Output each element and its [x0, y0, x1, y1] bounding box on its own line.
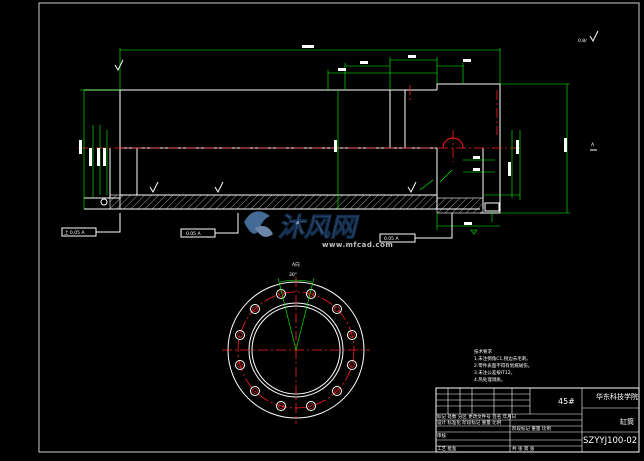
- datum-leader-3: [415, 213, 453, 239]
- bolt-hole-center: [334, 306, 340, 312]
- roughness-symbol: [589, 30, 599, 43]
- dim-text-mark: [564, 138, 567, 152]
- dim-text-mark: [103, 148, 106, 166]
- datum-leader-2: [215, 213, 239, 234]
- circle-view-label: A向: [292, 261, 300, 268]
- wall-hatch-bottom: [119, 194, 438, 210]
- wall-hatch-left: [109, 194, 121, 210]
- watermark: 沐风网 www.mfcad.com: [244, 211, 393, 249]
- title-block-row-text: 标记 处数 分区 更改文件号 签名 年月日: [437, 413, 516, 420]
- dim-leader-2: [419, 179, 434, 191]
- roughness-symbol: [214, 181, 224, 194]
- school-name: 华东科技学院: [596, 392, 638, 401]
- title-block-row-text: 设计 标准化 阶段标记 重量 比例: [437, 419, 502, 426]
- bolt-hole: [235, 330, 245, 340]
- roughness-note: 0.8/: [578, 38, 587, 44]
- datum-marker: [484, 202, 500, 212]
- section-label: A: [591, 142, 595, 148]
- angle-dimension-text: 30°: [289, 272, 297, 278]
- roughness-symbol: [407, 181, 417, 194]
- flange-outline: [436, 83, 501, 214]
- title-block-row-text: 审核: [437, 432, 446, 439]
- datum-label-1: 上 0.05 A: [64, 229, 85, 236]
- datum-leader-1: [96, 213, 121, 233]
- dim-leader-1: [439, 169, 453, 183]
- datum-marker-triangle: [470, 229, 478, 235]
- drawing-svg: A 0.8/ 上 0.05 A 0.05 A 0.05 A 沐风网 www.mf…: [38, 2, 640, 453]
- dim-text-mark: [334, 140, 337, 152]
- tech-note-line: 1.未注倒角C1,锐边去毛刺。: [474, 355, 531, 362]
- bolt-hole-center: [237, 332, 243, 338]
- dim-text-mark: [473, 156, 480, 159]
- technical-requirements: 技术要求 1.未注倒角C1,锐边去毛刺。 2.零件表面不得有划痕碰伤。 3.未注…: [474, 348, 532, 383]
- dim-text-mark: [79, 140, 82, 154]
- cylinder-outline: [84, 89, 121, 199]
- title-block: 45# 华东科技学院 缸筒 SZYYJ100-02 标记 处数 分区 更改文件号…: [435, 387, 640, 453]
- watermark-logo-leaf: [255, 226, 273, 237]
- section-view: A 0.8/ 上 0.05 A 0.05 A 0.05 A: [61, 30, 599, 243]
- roughness-symbol: [114, 59, 124, 72]
- bolt-hole-center: [278, 291, 284, 297]
- part-name: 缸筒: [620, 417, 634, 426]
- roughness-symbol: [149, 181, 159, 194]
- dim-text-mark: [516, 140, 519, 154]
- tech-note-line: 4.热处理调质。: [474, 376, 505, 383]
- angle-dimension-leg-1: [277, 277, 297, 351]
- scale-row: 阶段标记 重量 比例: [512, 425, 551, 432]
- small-hole: [100, 198, 108, 206]
- dim-text-mark: [302, 45, 314, 48]
- dim-text-mark: [508, 162, 511, 176]
- dim-text-mark: [360, 61, 368, 64]
- material: 45#: [558, 397, 575, 406]
- angle-dimension-leg-2: [295, 277, 315, 351]
- datum-label-2: 0.05 A: [186, 231, 201, 237]
- cad-drawing: A 0.8/ 上 0.05 A 0.05 A 0.05 A 沐风网 www.mf…: [0, 0, 644, 457]
- tech-notes-title: 技术要求: [474, 348, 492, 355]
- dim-text-mark: [464, 222, 472, 225]
- title-block-row-text: 工艺 批准: [437, 445, 457, 452]
- tech-note-line: 3.未注公差按IT12。: [474, 369, 515, 376]
- watermark-brand: 沐风网: [278, 213, 360, 243]
- dim-text-mark: [473, 168, 480, 171]
- flange-end-view: A向 30°: [222, 261, 370, 424]
- dim-text-mark: [338, 68, 346, 71]
- wall-hatch-flange: [436, 197, 484, 214]
- dim-text-mark: [97, 148, 100, 166]
- dim-text-mark: [89, 148, 92, 166]
- dim-text-mark: [408, 55, 416, 58]
- sheet-row: 共 张 第 张: [512, 445, 535, 452]
- bolt-hole: [332, 304, 342, 314]
- watermark-url: www.mfcad.com: [322, 241, 393, 249]
- dim-text-mark: [463, 59, 471, 62]
- drawing-number: SZYYJ100-02: [583, 436, 637, 446]
- tech-note-line: 2.零件表面不得有划痕碰伤。: [474, 362, 532, 369]
